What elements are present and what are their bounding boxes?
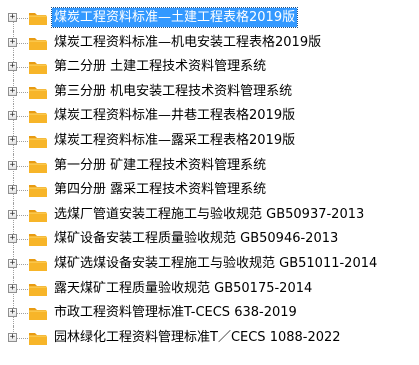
expand-toggle[interactable]: + [8,209,17,219]
tree-item-label[interactable]: 煤炭工程资料标准—井巷工程表格2019版 [52,106,297,125]
tree-item[interactable]: + 煤炭工程资料标准—土建工程表格2019版 [0,6,419,31]
expand-toggle[interactable]: + [8,258,17,268]
tree-item-label[interactable]: 市政工程资料管理标准T-CECS 638-2019 [52,303,299,322]
tree-item[interactable]: + 露天煤矿工程质量验收规范 GB50175-2014 [0,276,419,302]
expand-toggle[interactable]: + [8,160,17,170]
tree-item-label[interactable]: 煤炭工程资料标准—露采工程表格2019版 [52,131,297,150]
folder-icon [28,158,48,174]
tree-item-label[interactable]: 第三分册 机电安装工程技术资料管理系统 [52,82,294,101]
expand-toggle[interactable]: + [8,283,17,293]
folder-icon [28,330,48,346]
folder-icon [28,231,48,247]
tree-item[interactable]: + 煤炭工程资料标准—露采工程表格2019版 [0,128,419,154]
tree-item[interactable]: + 煤矿设备安装工程质量验收规范 GB50946-2013 [0,227,419,252]
tree-item[interactable]: + 第三分册 机电安装工程技术资料管理系统 [0,79,419,105]
folder-icon [28,256,48,272]
tree-item-label[interactable]: 园林绿化工程资料管理标准T／CECS 1088-2022 [52,328,343,347]
tree-item-label[interactable]: 第一分册 矿建工程技术资料管理系统 [52,156,268,175]
tree-item[interactable]: + 第二分册 土建工程技术资料管理系统 [0,55,419,80]
expand-toggle[interactable]: + [8,62,17,72]
folder-icon [28,10,48,26]
expand-toggle[interactable]: + [8,234,17,244]
tree-item[interactable]: + 选煤厂管道安装工程施工与验收规范 GB50937-2013 [0,202,419,228]
tree-item-label[interactable]: 煤炭工程资料标准—土建工程表格2019版 [50,7,299,28]
folder-icon [28,281,48,297]
expand-toggle[interactable]: + [8,37,17,47]
folder-icon [28,133,48,149]
expand-toggle[interactable]: + [8,185,17,195]
expand-toggle[interactable]: + [8,308,17,318]
folder-icon [28,35,48,51]
tree-item[interactable]: + 园林绿化工程资料管理标准T／CECS 1088-2022 [0,325,419,351]
tree-view: + 煤炭工程资料标准—土建工程表格2019版 + 煤炭工程资料标准—机电安装工程… [0,6,419,350]
tree-item-label[interactable]: 第二分册 土建工程技术资料管理系统 [52,57,268,76]
tree-item[interactable]: + 煤炭工程资料标准—井巷工程表格2019版 [0,104,419,129]
tree-item[interactable]: + 第四分册 露采工程技术资料管理系统 [0,178,419,203]
tree-item[interactable]: + 煤炭工程资料标准—机电安装工程表格2019版 [0,30,419,56]
expand-toggle[interactable]: + [8,86,17,96]
expand-toggle[interactable]: + [8,13,17,22]
folder-icon [28,108,48,124]
folder-icon [28,207,48,223]
expand-toggle[interactable]: + [8,135,17,145]
folder-icon [28,84,48,100]
tree-item-label[interactable]: 露天煤矿工程质量验收规范 GB50175-2014 [52,279,314,298]
tree-item-label[interactable]: 煤炭工程资料标准—机电安装工程表格2019版 [52,33,323,52]
folder-icon [28,305,48,321]
expand-toggle[interactable]: + [8,111,17,121]
tree-item-label[interactable]: 第四分册 露采工程技术资料管理系统 [52,180,268,199]
tree-item-label[interactable]: 煤矿设备安装工程质量验收规范 GB50946-2013 [52,229,340,248]
tree-item-label[interactable]: 选煤厂管道安装工程施工与验收规范 GB50937-2013 [52,205,366,224]
folder-icon [28,182,48,198]
expand-toggle[interactable]: + [8,332,17,342]
folder-icon [28,59,48,75]
tree-item[interactable]: + 煤矿选煤设备安装工程施工与验收规范 GB51011-2014 [0,251,419,277]
tree-item[interactable]: + 第一分册 矿建工程技术资料管理系统 [0,153,419,179]
tree-item-label[interactable]: 煤矿选煤设备安装工程施工与验收规范 GB51011-2014 [52,254,379,273]
tree-item[interactable]: + 市政工程资料管理标准T-CECS 638-2019 [0,301,419,326]
